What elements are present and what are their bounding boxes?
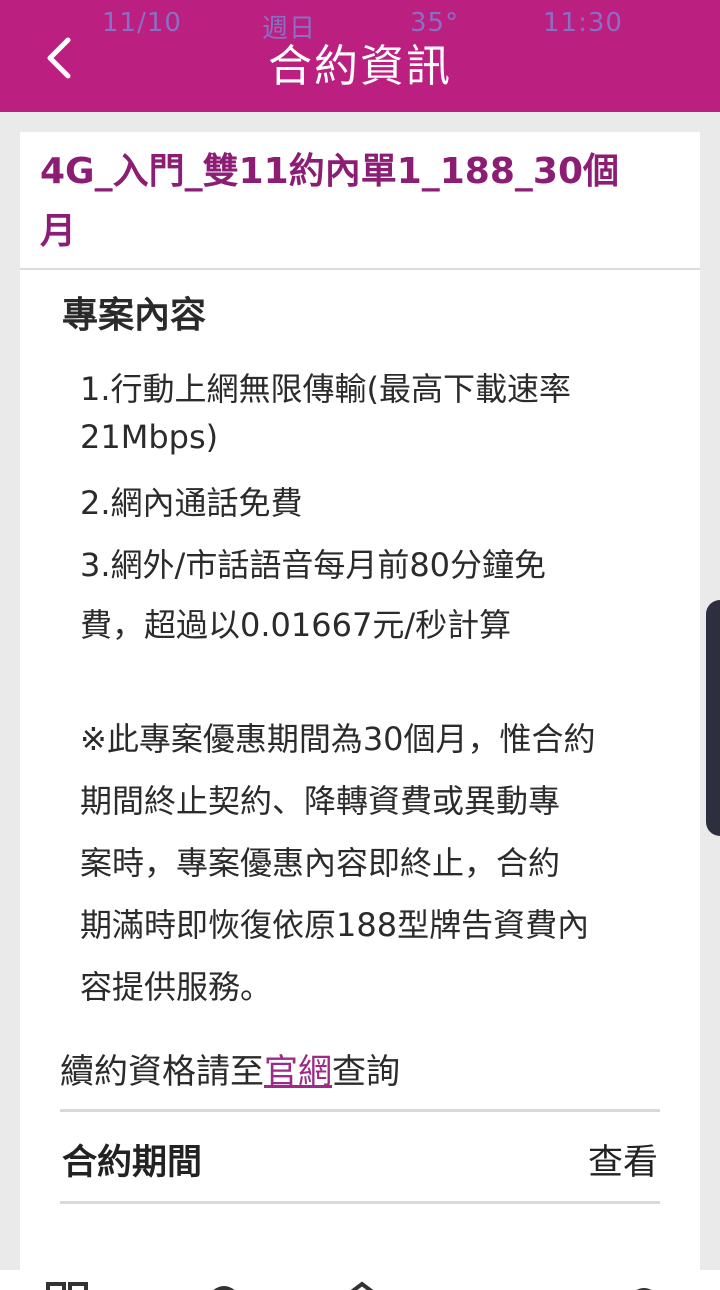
content-line: 1.行動上網無限傳輸(最高下載速率	[80, 370, 572, 408]
notice-line: 案時，專案優惠內容即終止，合約	[80, 844, 561, 882]
divider	[20, 268, 700, 270]
renewal-suffix: 查詢	[332, 1052, 400, 1092]
content-line: 21Mbps)	[80, 418, 219, 456]
notice-line: ※此專案優惠期間為30個月，惟合約	[80, 720, 596, 758]
plan-title: 4G_入門_雙11約內單1_188_30個 月	[40, 142, 680, 262]
chat-icon[interactable]	[204, 1280, 248, 1290]
bottom-nav	[0, 1270, 720, 1290]
notice-line: 容提供服務。	[80, 968, 273, 1006]
side-drawer-handle[interactable]	[706, 600, 720, 836]
divider	[60, 1201, 660, 1204]
notice-line: 期間終止契約、降轉資費或異動專	[80, 782, 561, 820]
grid-icon[interactable]	[46, 1280, 90, 1290]
contract-period-label: 合約期間	[62, 1143, 203, 1183]
app-header: 11/10 週日 35° 11:30 合約資訊	[0, 0, 720, 112]
official-site-link[interactable]: 官網	[264, 1052, 332, 1092]
plan-title-line-2: 月	[40, 211, 77, 252]
page-title: 合約資訊	[268, 41, 452, 92]
section-heading: 專案內容	[62, 295, 207, 336]
divider	[60, 1109, 660, 1112]
content-line: 費，超過以0.01667元/秒計算	[80, 606, 512, 644]
content-line: 3.網外/市話語音每月前80分鐘免	[80, 546, 547, 584]
renewal-prefix: 續約資格請至	[60, 1052, 264, 1092]
view-contract-period-button[interactable]: 查看	[588, 1134, 658, 1185]
content-line: 2.網內通話免費	[80, 484, 303, 522]
home-icon[interactable]	[340, 1280, 384, 1290]
user-icon[interactable]	[622, 1280, 666, 1290]
plan-title-line-1: 4G_入門_雙11約內單1_188_30個	[40, 151, 619, 192]
renewal-info: 續約資格請至官網查詢	[60, 1044, 400, 1093]
notice-line: 期滿時即恢復依原188型牌告資費內	[80, 906, 590, 944]
